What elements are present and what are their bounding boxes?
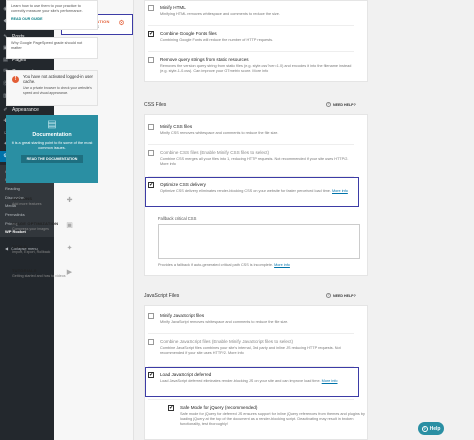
js-need-help[interactable]: ? NEED HELP? [326, 293, 356, 298]
rocket-nav-add-ons[interactable]: ADD-ONS Add more features ✚ [0, 196, 80, 207]
help-button[interactable]: ? Help [418, 422, 444, 435]
separator [148, 333, 354, 334]
book-icon: ▤ [47, 119, 57, 130]
fallback-css-textarea[interactable] [158, 224, 360, 259]
css-section-title: CSS Files [144, 102, 167, 108]
html-opt-checkbox[interactable] [148, 57, 154, 63]
play-icon: ▶ [66, 269, 73, 276]
js-section-title: JavaScript Files [144, 293, 180, 299]
wp-rocket-nav [54, 0, 134, 440]
css-need-help[interactable]: ? NEED HELP? [326, 102, 356, 107]
wp-submenu-reading[interactable]: Reading [0, 184, 54, 192]
help-circle-icon: ? [326, 293, 331, 298]
load-js-deferred-highlight [145, 367, 359, 397]
read-guide-link[interactable]: READ OUR GUIDE [11, 17, 93, 21]
fallback-css-label: Fallback critical CSS [158, 216, 197, 221]
brush-icon: ✐ [3, 106, 8, 113]
css-opt-minify-css-files: Minify CSS files Minify CSS removes white… [148, 124, 354, 136]
separator [148, 144, 354, 145]
js-opt-minify-javascript-files: Minify JavaScript files Minify JavaScript… [148, 313, 354, 325]
separator [148, 25, 354, 26]
js-opt-checkbox[interactable] [168, 404, 174, 411]
separator [148, 51, 354, 52]
html-opt-remove-query-strings-from-static-resourc: Remove query strings from static resourc… [148, 57, 354, 74]
file-icon: ⚙ [118, 20, 125, 27]
css-opt-combine-css-files-enable-minify-css-file: Combine CSS files (Enable Minify CSS fil… [148, 150, 354, 167]
js-opt-safe-mode-for-jquery-recommended: Safe Mode for jQuery (recommended)Safe m… [168, 404, 374, 427]
right-sidebar [370, 0, 474, 440]
separator [148, 399, 354, 400]
help-icon: ? [421, 425, 428, 432]
fallback-css-note: Provides a fallback if auto-generated cr… [158, 263, 290, 267]
help-circle-icon: ? [326, 102, 331, 107]
warning-icon: ! [12, 76, 19, 83]
tools-icon: ✦ [66, 245, 73, 252]
css-opt-checkbox[interactable] [148, 150, 154, 156]
pagespeed-box: Why Google PageSpeed grade should not ma… [6, 37, 98, 59]
pagespeed-link[interactable]: Why Google PageSpeed grade should not ma… [11, 41, 93, 51]
rocket-nav-tutorials[interactable]: TUTORIALS Getting started and how to vide… [0, 268, 80, 279]
documentation-box: ▤ Documentation It is a great starting p… [6, 115, 98, 183]
html-opt-minify-html: Minify HTML Minifying HTML removes whites… [148, 5, 354, 17]
optimize-css-highlight [145, 177, 359, 207]
rocket-nav-tools[interactable]: TOOLS Import, Export, Rollback ✦ [0, 244, 80, 255]
js-opt-checkbox[interactable] [148, 313, 154, 319]
js-opt-combine-javascript-files-enable-minify-j: Combine JavaScript files (Enable Minify … [148, 339, 354, 356]
js-opt-checkbox[interactable] [148, 339, 154, 345]
wp-submenu-permalinks[interactable]: Permalinks [0, 211, 54, 219]
guide-box: Learn how to use them to your practice t… [6, 0, 98, 30]
rocket-nav-image-optimization[interactable]: IMAGE OPTIMIZATION Compress your images ▣ [0, 221, 80, 232]
puzzle-icon: ✚ [66, 197, 73, 204]
logged-in-cache-warning: ! You have not activated logged-in user … [6, 70, 98, 106]
html-opt-checkbox[interactable] [148, 30, 154, 37]
html-opt-checkbox[interactable] [148, 5, 154, 11]
image-icon: ▣ [66, 222, 73, 229]
html-opt-combine-google-fonts-files: Combine Google Fonts filesCombining Goog… [148, 30, 354, 43]
read-documentation-button[interactable]: READ THE DOCUMENTATION [20, 155, 84, 163]
css-opt-checkbox[interactable] [148, 124, 154, 130]
